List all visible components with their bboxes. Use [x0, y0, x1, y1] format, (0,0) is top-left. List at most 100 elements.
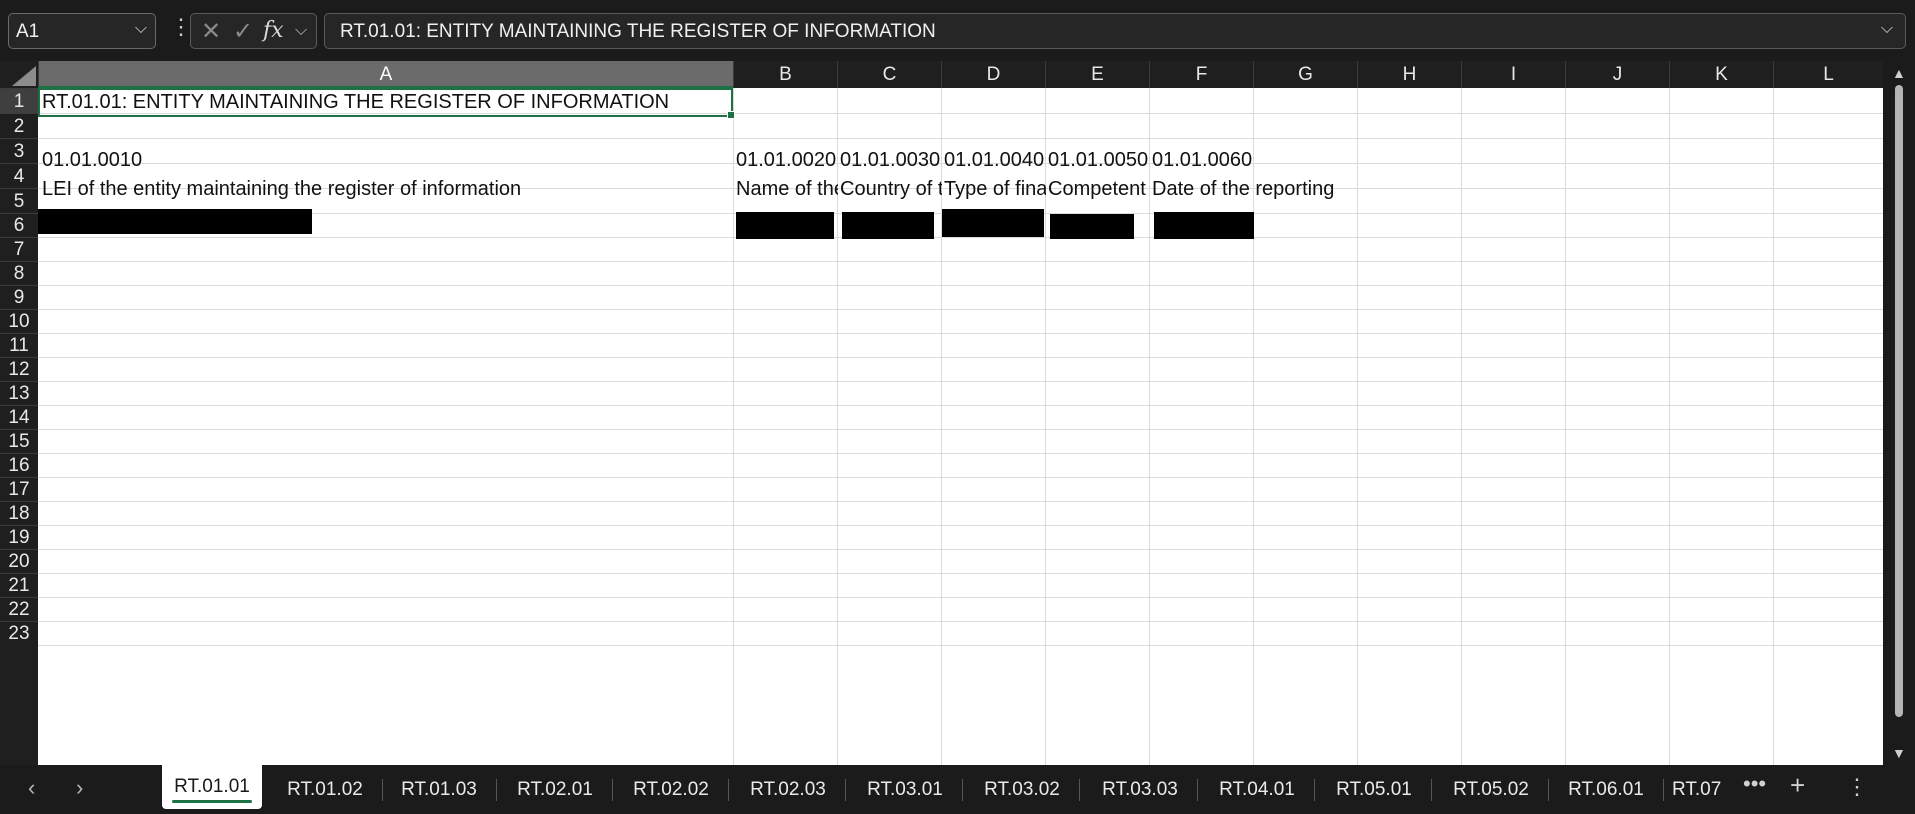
column-header-h[interactable]: H	[1357, 61, 1461, 88]
grid-line	[38, 405, 1883, 406]
scrollbar-thumb[interactable]	[1895, 85, 1903, 717]
column-header-d[interactable]: D	[941, 61, 1045, 88]
row-header-22[interactable]: 22	[0, 597, 38, 621]
column-header-k[interactable]: K	[1669, 61, 1773, 88]
column-header-b[interactable]: B	[733, 61, 837, 88]
row-header-5[interactable]: 5	[0, 188, 38, 213]
name-box[interactable]: A1 ⌵	[8, 13, 156, 49]
grid-line	[1565, 88, 1566, 765]
grid-line	[38, 237, 1883, 238]
row-header-15[interactable]: 15	[0, 429, 38, 453]
chevron-left-icon[interactable]: ‹	[28, 775, 35, 801]
cell-e4[interactable]: Competent Authority	[1048, 175, 1150, 204]
name-box-value: A1	[16, 21, 40, 42]
row-header-14[interactable]: 14	[0, 405, 38, 429]
sheet-tab-rt-05-01[interactable]: RT.05.01	[1321, 765, 1427, 814]
sheet-tab-rt-02-02[interactable]: RT.02.02	[618, 765, 724, 814]
cell-a3[interactable]: 01.01.0010	[42, 146, 730, 175]
column-header-j[interactable]: J	[1565, 61, 1669, 88]
sheet-tab-rt-07[interactable]: RT.07	[1672, 765, 1740, 814]
row-header-8[interactable]: 8	[0, 261, 38, 285]
more-icon[interactable]: •••	[1743, 771, 1766, 797]
column-header-e[interactable]: E	[1045, 61, 1149, 88]
redacted-block	[736, 212, 834, 239]
kebab-icon[interactable]: ⋮	[1846, 774, 1868, 800]
plus-icon[interactable]: +	[1790, 770, 1805, 801]
cell-f3[interactable]: 01.01.0060	[1152, 146, 1252, 175]
grid-line	[1357, 88, 1358, 765]
cell-f4[interactable]: Date of the reporting	[1152, 175, 1334, 204]
row-header-23[interactable]: 23	[0, 621, 38, 645]
row-header-18[interactable]: 18	[0, 501, 38, 525]
column-header-c[interactable]: C	[837, 61, 941, 88]
row-header-1[interactable]: 1	[0, 88, 38, 113]
row-header-13[interactable]: 13	[0, 381, 38, 405]
tab-divider	[1079, 779, 1080, 801]
row-header-16[interactable]: 16	[0, 453, 38, 477]
column-header-f[interactable]: F	[1149, 61, 1253, 88]
tab-divider	[962, 779, 963, 801]
sheet-tab-rt-05-02[interactable]: RT.05.02	[1438, 765, 1544, 814]
grid-line	[38, 621, 1883, 622]
chevron-down-icon[interactable]: ⌵	[135, 20, 147, 38]
cell-grid[interactable]: RT.01.01: ENTITY MAINTAINING THE REGISTE…	[38, 88, 1884, 765]
cell-b4[interactable]: Name of the entity	[736, 175, 838, 204]
row-header-6[interactable]: 6	[0, 213, 38, 237]
redacted-block	[38, 209, 312, 234]
row-header-3[interactable]: 3	[0, 138, 38, 163]
vertical-scrollbar[interactable]: ▲ ▼	[1883, 61, 1915, 765]
column-header-l[interactable]: L	[1773, 61, 1883, 88]
formula-value: RT.01.01: ENTITY MAINTAINING THE REGISTE…	[340, 21, 936, 42]
sheet-tab-rt-03-03[interactable]: RT.03.03	[1087, 765, 1193, 814]
row-header-4[interactable]: 4	[0, 163, 38, 188]
formula-input[interactable]: RT.01.01: ENTITY MAINTAINING THE REGISTE…	[324, 13, 1906, 49]
function-icon[interactable]: fx	[263, 18, 284, 43]
cell-e3[interactable]: 01.01.0050	[1048, 146, 1150, 175]
grid-line	[733, 88, 734, 765]
chevron-down-icon[interactable]: ⌵	[295, 22, 307, 40]
sheet-tab-rt-03-01[interactable]: RT.03.01	[852, 765, 958, 814]
row-header-17[interactable]: 17	[0, 477, 38, 501]
grid-line	[38, 525, 1883, 526]
sheet-tab-rt-03-02[interactable]: RT.03.02	[969, 765, 1075, 814]
sheet-tab-rt-01-02[interactable]: RT.01.02	[272, 765, 378, 814]
tab-divider	[496, 779, 497, 801]
grid-line	[38, 477, 1883, 478]
row-header-12[interactable]: 12	[0, 357, 38, 381]
sheet-tab-rt-02-03[interactable]: RT.02.03	[735, 765, 841, 814]
sheet-tab-rt-04-01[interactable]: RT.04.01	[1204, 765, 1310, 814]
column-header-a[interactable]: A	[38, 61, 733, 88]
row-header-9[interactable]: 9	[0, 285, 38, 309]
select-all-corner[interactable]	[0, 61, 38, 88]
row-header-2[interactable]: 2	[0, 113, 38, 138]
grid-line	[38, 501, 1883, 502]
row-header-10[interactable]: 10	[0, 309, 38, 333]
cell-a4[interactable]: LEI of the entity maintaining the regist…	[42, 175, 730, 204]
sheet-tab-rt-02-01[interactable]: RT.02.01	[502, 765, 608, 814]
tab-divider	[1431, 779, 1432, 801]
cell-c3[interactable]: 01.01.0030	[840, 146, 942, 175]
row-header-21[interactable]: 21	[0, 573, 38, 597]
grid-line	[38, 138, 1883, 139]
row-header-11[interactable]: 11	[0, 333, 38, 357]
x-icon[interactable]: ✕	[201, 17, 221, 46]
cell-b3[interactable]: 01.01.0020	[736, 146, 838, 175]
row-header-19[interactable]: 19	[0, 525, 38, 549]
sheet-tab-rt-01-01[interactable]: RT.01.01	[162, 765, 262, 809]
check-icon[interactable]: ✓	[233, 17, 253, 46]
kebab-icon[interactable]: ⋮	[170, 14, 192, 40]
chevron-down-icon[interactable]: ⌵	[1881, 20, 1893, 38]
column-header-i[interactable]: I	[1461, 61, 1565, 88]
column-header-g[interactable]: G	[1253, 61, 1357, 88]
row-header-20[interactable]: 20	[0, 549, 38, 573]
cell-c4[interactable]: Country of the entity	[840, 175, 942, 204]
chevron-right-icon[interactable]: ›	[76, 775, 83, 801]
sheet-tab-rt-01-03[interactable]: RT.01.03	[386, 765, 492, 814]
arrow-down-icon[interactable]: ▼	[1892, 745, 1906, 761]
arrow-up-icon[interactable]: ▲	[1892, 65, 1906, 81]
row-header-7[interactable]: 7	[0, 237, 38, 261]
redacted-block	[1154, 212, 1254, 239]
cell-d4[interactable]: Type of financial entity	[944, 175, 1046, 204]
cell-d3[interactable]: 01.01.0040	[944, 146, 1046, 175]
sheet-tab-rt-06-01[interactable]: RT.06.01	[1553, 765, 1659, 814]
